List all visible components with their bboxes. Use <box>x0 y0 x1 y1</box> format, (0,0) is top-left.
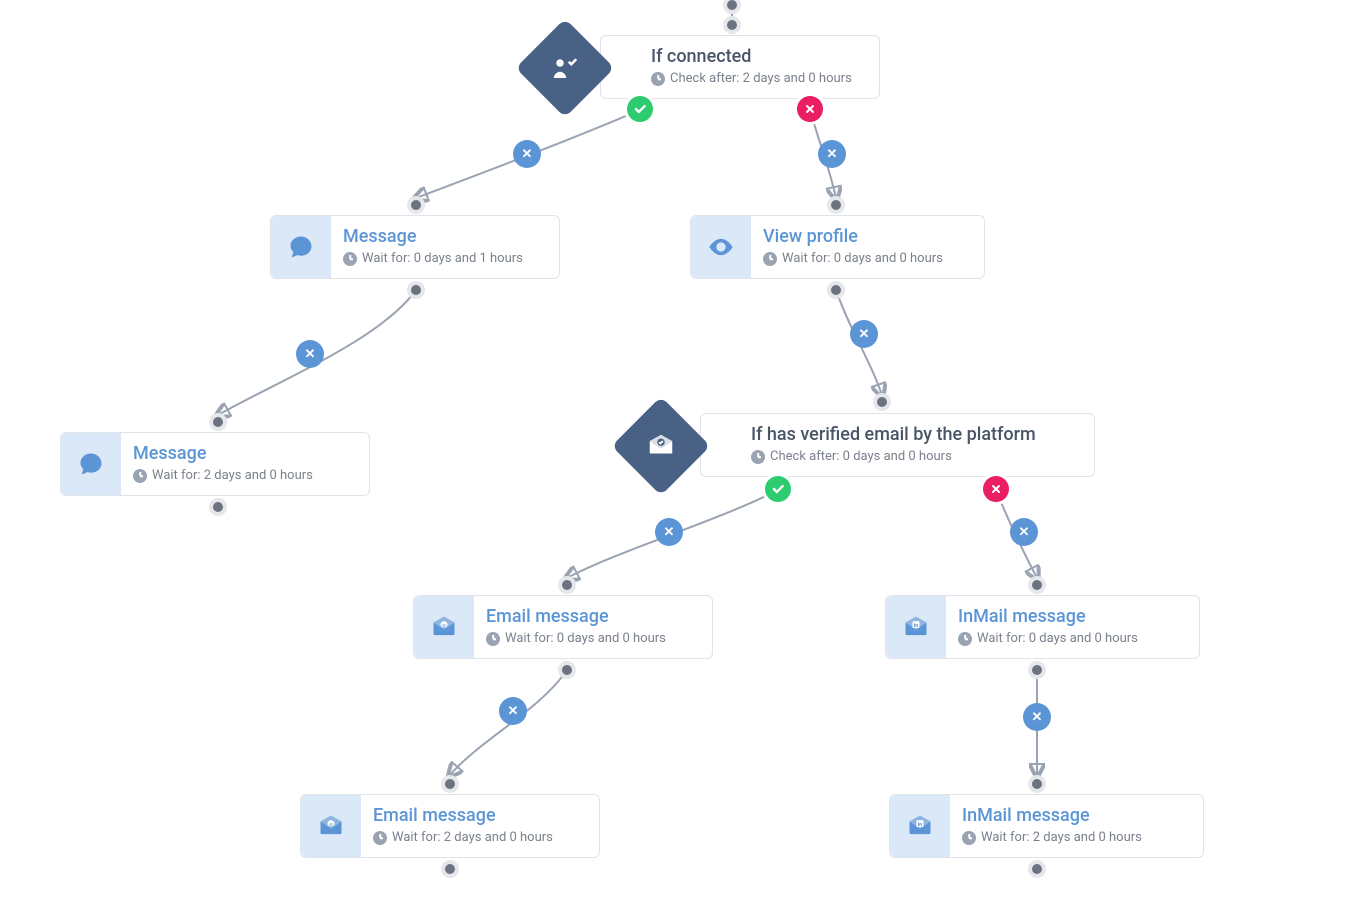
node-title: Message <box>133 443 355 464</box>
condition-title: If connected <box>651 46 861 67</box>
no-branch-icon[interactable] <box>983 476 1009 502</box>
delete-edge-button[interactable] <box>818 140 846 168</box>
svg-text:in: in <box>914 623 919 629</box>
clock-icon <box>133 469 147 483</box>
clock-icon <box>763 252 777 266</box>
port <box>831 285 841 295</box>
node-subtitle: Wait for: 0 days and 0 hours <box>763 251 970 266</box>
action-email-node[interactable]: @ Email message Wait for: 0 days and 0 h… <box>413 595 713 659</box>
port <box>1032 864 1042 874</box>
port <box>213 502 223 512</box>
node-subtitle: Wait for: 2 days and 0 hours <box>373 830 585 845</box>
condition-title: If has verified email by the platform <box>751 424 1076 445</box>
inmail-icon: in <box>886 596 946 658</box>
port <box>411 285 421 295</box>
yes-branch-icon[interactable] <box>627 96 653 122</box>
clock-icon <box>343 252 357 266</box>
clock-icon <box>373 831 387 845</box>
port <box>877 397 887 407</box>
port <box>1032 580 1042 590</box>
port <box>1032 665 1042 675</box>
svg-text:@: @ <box>441 624 446 630</box>
clock-icon <box>651 72 665 86</box>
message-icon <box>61 433 121 495</box>
port-start <box>727 0 737 10</box>
action-message-node[interactable]: Message Wait for: 0 days and 1 hours <box>270 215 560 279</box>
port <box>411 200 421 210</box>
message-icon <box>271 216 331 278</box>
clock-icon <box>962 831 976 845</box>
condition-diamond-icon <box>530 33 600 103</box>
action-inmail-node[interactable]: in InMail message Wait for: 0 days and 0… <box>885 595 1200 659</box>
yes-branch-icon[interactable] <box>765 476 791 502</box>
workflow-canvas[interactable]: If connected Check after: 2 days and 0 h… <box>0 0 1368 916</box>
delete-edge-button[interactable] <box>1010 518 1038 546</box>
email-icon: @ <box>414 596 474 658</box>
node-subtitle: Wait for: 0 days and 0 hours <box>958 631 1185 646</box>
svg-text:@: @ <box>328 823 333 829</box>
port <box>562 580 572 590</box>
action-view-profile-node[interactable]: View profile Wait for: 0 days and 0 hour… <box>690 215 985 279</box>
node-title: Email message <box>486 606 698 627</box>
action-inmail-node[interactable]: in InMail message Wait for: 2 days and 0… <box>889 794 1204 858</box>
email-icon: @ <box>301 795 361 857</box>
port <box>445 864 455 874</box>
clock-icon <box>486 632 500 646</box>
node-title: Email message <box>373 805 585 826</box>
port <box>1032 779 1042 789</box>
condition-if-connected[interactable]: If connected Check after: 2 days and 0 h… <box>600 35 880 99</box>
condition-diamond-icon <box>626 411 696 481</box>
port <box>445 779 455 789</box>
node-title: InMail message <box>962 805 1189 826</box>
node-title: InMail message <box>958 606 1185 627</box>
delete-edge-button[interactable] <box>655 518 683 546</box>
node-title: View profile <box>763 226 970 247</box>
action-email-node[interactable]: @ Email message Wait for: 2 days and 0 h… <box>300 794 600 858</box>
port-cond1-top <box>727 20 737 30</box>
svg-text:in: in <box>918 822 923 828</box>
condition-has-verified-email[interactable]: If has verified email by the platform Ch… <box>700 413 1095 477</box>
node-subtitle: Wait for: 2 days and 0 hours <box>962 830 1189 845</box>
delete-edge-button[interactable] <box>513 140 541 168</box>
no-branch-icon[interactable] <box>797 96 823 122</box>
action-message-node[interactable]: Message Wait for: 2 days and 0 hours <box>60 432 370 496</box>
port <box>213 417 223 427</box>
delete-edge-button[interactable] <box>850 320 878 348</box>
delete-edge-button[interactable] <box>499 697 527 725</box>
condition-subtitle: Check after: 2 days and 0 hours <box>651 71 861 86</box>
port <box>831 200 841 210</box>
inmail-icon: in <box>890 795 950 857</box>
node-subtitle: Wait for: 0 days and 1 hours <box>343 251 545 266</box>
node-subtitle: Wait for: 0 days and 0 hours <box>486 631 698 646</box>
delete-edge-button[interactable] <box>1023 703 1051 731</box>
clock-icon <box>958 632 972 646</box>
node-subtitle: Wait for: 2 days and 0 hours <box>133 468 355 483</box>
condition-subtitle: Check after: 0 days and 0 hours <box>751 449 1076 464</box>
clock-icon <box>751 450 765 464</box>
port <box>562 665 572 675</box>
delete-edge-button[interactable] <box>296 340 324 368</box>
node-title: Message <box>343 226 545 247</box>
eye-icon <box>691 216 751 278</box>
